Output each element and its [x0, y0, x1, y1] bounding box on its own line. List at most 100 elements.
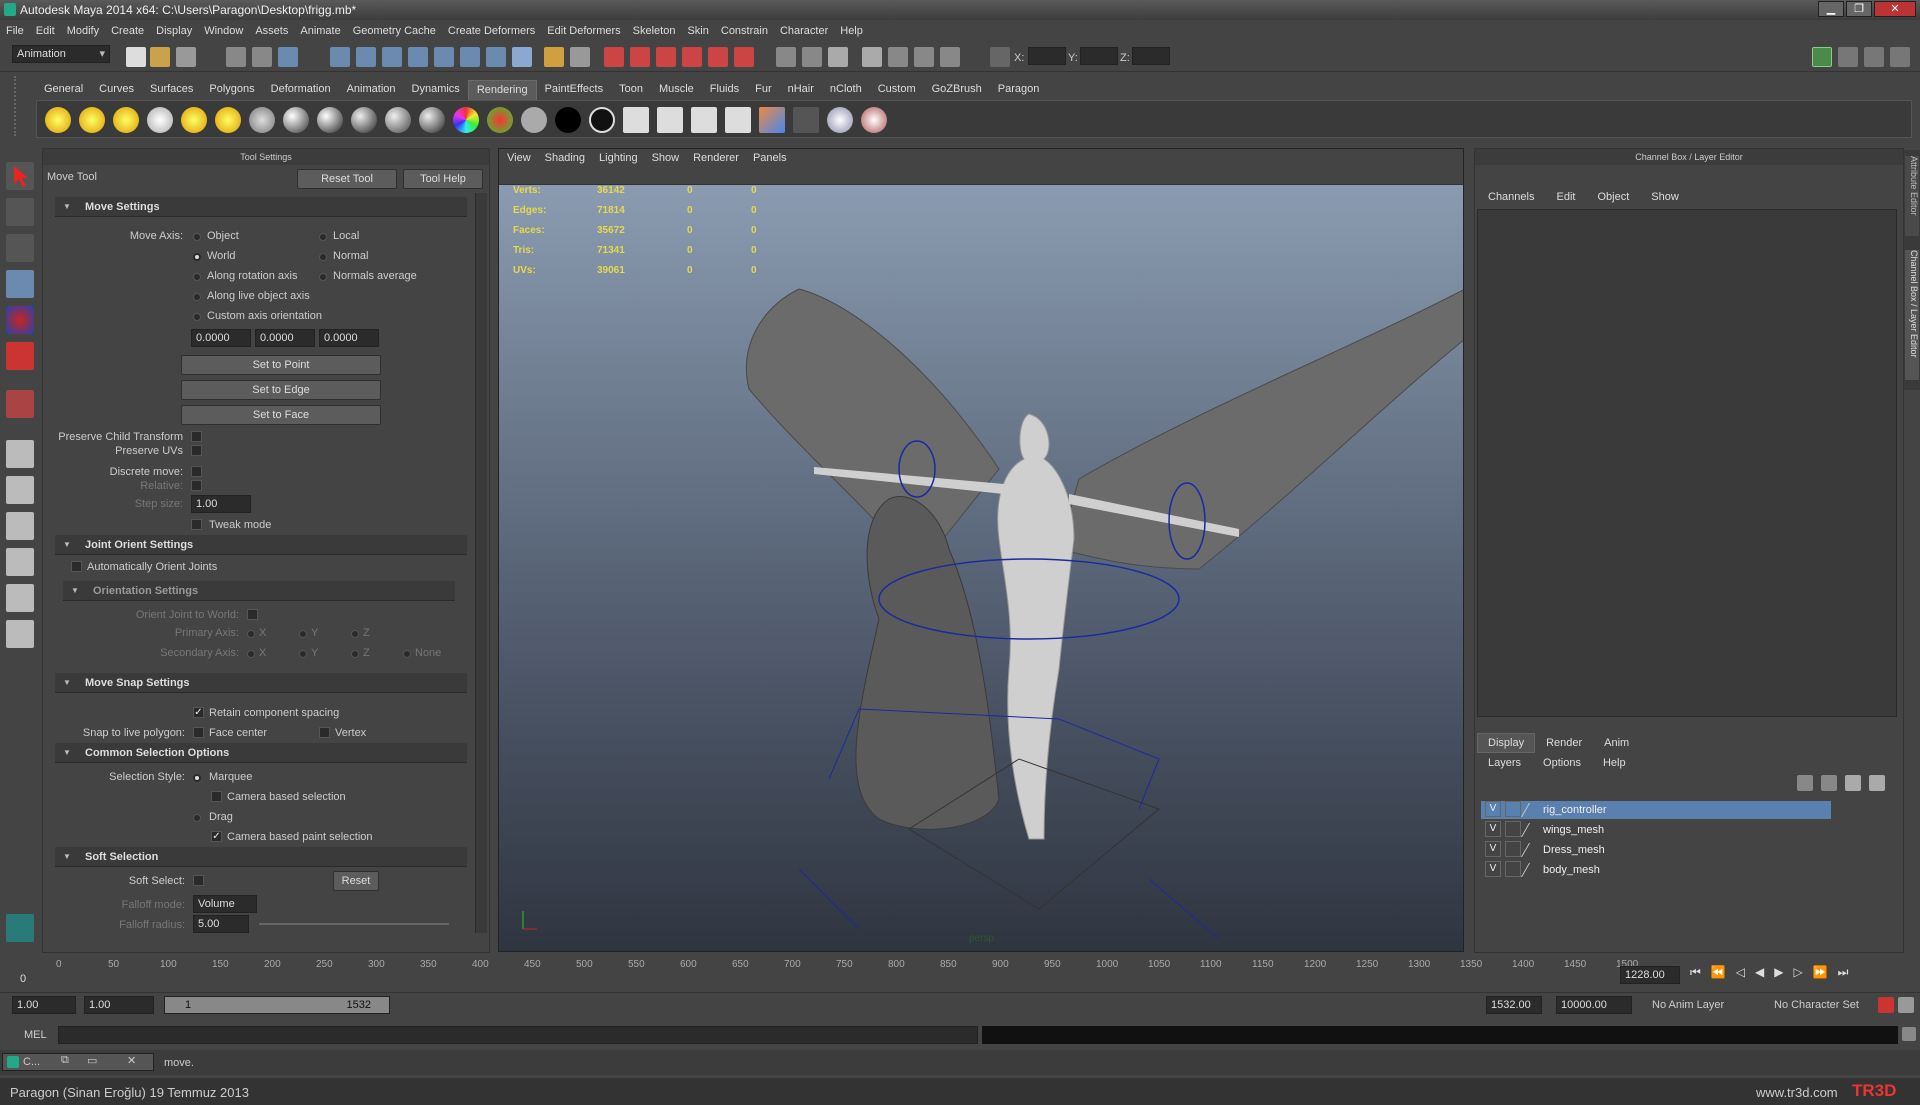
use-background-icon[interactable]	[555, 107, 581, 133]
menu-constrain[interactable]: Constrain	[721, 25, 768, 37]
last-tool-icon[interactable]	[6, 390, 34, 418]
move-tool-icon[interactable]	[6, 270, 34, 298]
axis-z-field[interactable]: 0.0000	[319, 329, 379, 347]
shelf-tab-muscle[interactable]: Muscle	[651, 80, 702, 100]
menu-window[interactable]: Window	[204, 25, 243, 37]
primary-z-radio[interactable]	[351, 630, 359, 638]
layer-visibility-toggle[interactable]: V	[1485, 821, 1501, 837]
character-set-dropdown[interactable]: No Character Set	[1774, 999, 1859, 1011]
layer-type-toggle[interactable]	[1505, 801, 1521, 817]
layout-graph-editor-icon[interactable]	[6, 620, 34, 648]
time-slider[interactable]: 0 50 100 150 200 250 300 350 400 450 500 550 600 650 7…	[0, 955, 1920, 987]
perspective-viewport[interactable]: View Shading Lighting Show Renderer Pane…	[498, 148, 1464, 952]
auto-orient-checkbox[interactable]	[71, 561, 82, 572]
pick-deformations-icon[interactable]	[434, 47, 454, 67]
ipr-icon[interactable]	[657, 107, 683, 133]
relative-checkbox[interactable]	[191, 480, 202, 491]
snap-grid-icon[interactable]	[604, 47, 624, 67]
scale-tool-icon[interactable]	[6, 342, 34, 370]
input-output-icon[interactable]	[776, 47, 796, 67]
area-light-icon[interactable]	[181, 107, 207, 133]
blinn-icon[interactable]	[283, 107, 309, 133]
new-scene-icon[interactable]	[126, 47, 146, 67]
pick-joints-icon[interactable]	[356, 47, 376, 67]
ambient-light-icon[interactable]	[45, 107, 71, 133]
axis-along-live-radio[interactable]	[193, 293, 201, 301]
go-to-end-icon[interactable]: ⏭	[1838, 965, 1849, 980]
axis-along-rotation-radio[interactable]	[193, 273, 201, 281]
light-linking-icon[interactable]	[827, 107, 853, 133]
axis-normals-average-radio[interactable]	[319, 273, 327, 281]
layer-visibility-toggle[interactable]: V	[1485, 841, 1501, 857]
render-frame-icon[interactable]	[862, 47, 882, 67]
range-slider-bar[interactable]: 1 1532	[164, 996, 390, 1014]
paint-canvas-icon[interactable]	[861, 107, 887, 133]
shelf-tab-ncloth[interactable]: nCloth	[822, 80, 870, 100]
y-field[interactable]	[1080, 47, 1118, 65]
channel-box-tab[interactable]: Channel Box / Layer Editor	[1905, 250, 1919, 380]
layer-row-dress-mesh[interactable]: V Dress_mesh	[1481, 841, 1831, 859]
directional-light-icon[interactable]	[79, 107, 105, 133]
anim-layer-dropdown[interactable]: No Anim Layer	[1652, 999, 1724, 1011]
layout-single-icon[interactable]	[6, 440, 34, 468]
hypershade-icon[interactable]	[940, 47, 960, 67]
drag-radio[interactable]	[193, 814, 201, 822]
pick-rendering-icon[interactable]	[486, 47, 506, 67]
start-time-field[interactable]: 1.00	[12, 996, 76, 1014]
lasso-tool-icon[interactable]	[6, 198, 34, 226]
set-to-face-button[interactable]: Set to Face	[181, 405, 381, 425]
spot-light-icon[interactable]	[147, 107, 173, 133]
restore-icon[interactable]: ⧉	[61, 1054, 69, 1067]
joint-orient-section[interactable]: Joint Orient Settings	[55, 535, 467, 555]
z-field[interactable]	[1132, 47, 1170, 65]
open-scene-icon[interactable]	[150, 47, 170, 67]
menu-create-deformers[interactable]: Create Deformers	[448, 25, 535, 37]
current-frame-field[interactable]: 1228.00	[1620, 966, 1680, 984]
menu-help[interactable]: Help	[840, 25, 863, 37]
orient-world-checkbox[interactable]	[247, 609, 258, 620]
axis-object-radio[interactable]	[193, 233, 201, 241]
transform-field-icon[interactable]	[990, 47, 1010, 67]
shelf-tab-surfaces[interactable]: Surfaces	[142, 80, 201, 100]
play-backwards-icon[interactable]: ◀	[1755, 965, 1764, 980]
tweak-mode-checkbox[interactable]	[191, 519, 202, 530]
move-settings-section[interactable]: Move Settings	[55, 197, 467, 217]
menu-modify[interactable]: Modify	[67, 25, 99, 37]
layered-shader-icon[interactable]	[419, 107, 445, 133]
secondary-none-radio[interactable]	[403, 650, 411, 658]
soft-select-checkbox[interactable]	[193, 875, 204, 886]
shelf-tab-general[interactable]: General	[36, 80, 91, 100]
anisotropic-icon[interactable]	[385, 107, 411, 133]
select-object-icon[interactable]	[252, 47, 272, 67]
shelf-tab-custom[interactable]: Custom	[870, 80, 924, 100]
options-menu[interactable]: Options	[1532, 753, 1592, 773]
tool-settings-scrollbar[interactable]	[475, 193, 487, 933]
layer-type-toggle[interactable]	[1505, 821, 1521, 837]
surface-shader-icon[interactable]	[521, 107, 547, 133]
menu-skeleton[interactable]: Skeleton	[633, 25, 676, 37]
falloff-mode-dropdown[interactable]: Volume	[193, 895, 257, 913]
snap-view-plane-icon[interactable]	[682, 47, 702, 67]
menu-file[interactable]: File	[6, 25, 24, 37]
pick-surfaces-icon[interactable]	[408, 47, 428, 67]
channel-box-toggle-icon[interactable]	[1890, 47, 1910, 67]
tool-help-button[interactable]: Tool Help	[403, 169, 483, 189]
mel-script-icon[interactable]	[6, 914, 34, 942]
phong-e-icon[interactable]	[351, 107, 377, 133]
axis-y-field[interactable]: 0.0000	[255, 329, 315, 347]
shelf-tab-fur[interactable]: Fur	[747, 80, 780, 100]
select-component-icon[interactable]	[278, 47, 298, 67]
shelf-tab-animation[interactable]: Animation	[339, 80, 404, 100]
new-layer-from-selection-icon[interactable]	[1869, 775, 1885, 791]
play-forwards-icon[interactable]: ▶	[1774, 965, 1783, 980]
tool-settings-toggle-icon[interactable]	[1864, 47, 1884, 67]
menu-edit[interactable]: Edit	[36, 25, 55, 37]
playback-start-field[interactable]: 1.00	[84, 996, 154, 1014]
close-button[interactable]: ✕	[1874, 1, 1916, 17]
step-forward-frame-icon[interactable]: ▷	[1793, 965, 1802, 980]
ramp-shader-icon[interactable]	[453, 107, 479, 133]
pick-curves-icon[interactable]	[382, 47, 402, 67]
shading-map-icon[interactable]	[487, 107, 513, 133]
step-back-frame-icon[interactable]: ◁	[1736, 965, 1745, 980]
move-layer-up-icon[interactable]	[1797, 775, 1813, 791]
